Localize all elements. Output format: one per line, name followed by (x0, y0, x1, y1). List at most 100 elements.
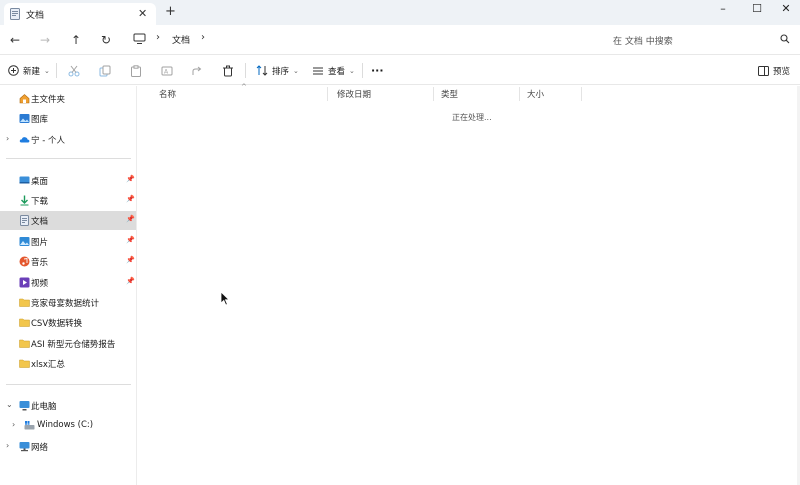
sidebar-item-downloads[interactable]: 下载 📌 (0, 191, 136, 210)
command-bar: 新建 ⌄ A 排序 ⌄ 查看 ⌄ ··· 预览 (0, 56, 800, 85)
pin-icon[interactable]: 📌 (126, 175, 135, 183)
sort-label: 排序 (272, 66, 290, 77)
pin-icon[interactable]: 📌 (126, 215, 135, 223)
sidebar-item-label: 文档 (31, 217, 49, 227)
column-divider[interactable] (581, 87, 582, 101)
pin-icon[interactable]: 📌 (126, 256, 135, 264)
sidebar-item-desktop[interactable]: 桌面 📌 (0, 171, 136, 190)
gallery-icon (19, 114, 30, 123)
svg-text:A: A (164, 68, 169, 75)
tab-documents[interactable]: 文档 ✕ (4, 3, 156, 25)
sidebar-item-this-pc[interactable]: ⌄ 此电脑 (0, 396, 136, 415)
chevron-right-icon[interactable]: › (6, 441, 9, 450)
breadcrumb-documents[interactable]: 文档 (172, 33, 190, 46)
chevron-down-icon[interactable]: ⌄ (6, 400, 13, 409)
preview-pane-icon (758, 65, 769, 76)
view-label: 查看 (328, 66, 346, 77)
minimize-button[interactable]: – (713, 2, 733, 16)
sidebar-item-label: 网络 (31, 443, 49, 453)
sidebar-item-folder[interactable]: xlsx汇总 (0, 354, 136, 373)
chevron-down-icon: ⌄ (349, 66, 355, 75)
pin-icon[interactable]: 📌 (126, 277, 135, 285)
sidebar-item-label: 图库 (31, 115, 49, 125)
chevron-right-icon[interactable]: › (12, 420, 15, 429)
breadcrumb-separator: › (156, 32, 160, 43)
search-input[interactable]: 在 文档 中搜索 (613, 34, 673, 47)
paste-button[interactable] (130, 61, 142, 80)
sidebar-item-label: xlsx汇总 (31, 360, 65, 370)
sidebar-item-network[interactable]: › 网络 (0, 437, 136, 456)
sort-button[interactable]: 排序 ⌄ (256, 61, 299, 80)
trash-icon (223, 65, 233, 76)
sidebar-item-folder[interactable]: ASI 新型元仓储势报告 (0, 334, 136, 353)
more-options-button[interactable]: ··· (371, 61, 384, 80)
sidebar-item-label: 音乐 (31, 258, 49, 268)
sidebar-item-label: 图片 (31, 238, 49, 248)
computer-icon (19, 401, 30, 411)
monitor-icon[interactable] (133, 33, 146, 45)
divider (245, 63, 246, 78)
sidebar-item-label: 桌面 (31, 177, 49, 187)
share-button[interactable] (191, 61, 203, 80)
music-icon (19, 256, 30, 267)
sidebar-item-label: 宁 - 个人 (31, 136, 65, 146)
sort-ascending-icon: ^ (241, 83, 247, 91)
rename-icon: A (161, 66, 173, 75)
download-icon (20, 195, 29, 206)
view-button[interactable]: 查看 ⌄ (312, 61, 355, 80)
divider (56, 63, 57, 78)
file-list[interactable]: ^ 名称 修改日期 类型 大小 正在处理... (137, 83, 800, 485)
video-icon (19, 277, 30, 288)
refresh-button[interactable]: ↻ (98, 32, 114, 48)
tab-title: 文档 (26, 11, 45, 21)
sidebar-item-videos[interactable]: 视频 📌 (0, 273, 136, 292)
column-divider[interactable] (519, 87, 520, 101)
column-header-size[interactable]: 大小 (527, 88, 544, 102)
network-icon (19, 442, 30, 452)
breadcrumb-chevron[interactable]: › (201, 32, 205, 43)
plus-circle-icon (8, 65, 19, 76)
column-header-name[interactable]: 名称 (159, 88, 176, 102)
search-icon[interactable] (780, 34, 790, 44)
sidebar-item-folder[interactable]: 竞家母宴数据统计 (0, 293, 136, 312)
new-button[interactable]: 新建 ⌄ (8, 61, 50, 80)
new-label: 新建 (23, 66, 41, 77)
up-button[interactable]: ↑ (68, 32, 84, 48)
clipboard-icon (131, 64, 141, 77)
preview-button[interactable]: 预览 (758, 61, 790, 80)
maximize-button[interactable]: ☐ (747, 2, 767, 16)
close-window-button[interactable]: ✕ (776, 2, 796, 16)
rename-button[interactable]: A (161, 61, 173, 80)
sidebar-item-label: ASI 新型元仓储势报告 (31, 340, 116, 350)
scissors-icon (68, 65, 80, 76)
sidebar-item-onedrive[interactable]: › 宁 - 个人 (0, 130, 136, 149)
column-divider[interactable] (327, 87, 328, 101)
preview-label: 预览 (773, 66, 791, 77)
column-header-date[interactable]: 修改日期 (337, 88, 371, 102)
sidebar-item-drive-c[interactable]: › Windows (C:) (0, 416, 136, 435)
pin-icon[interactable]: 📌 (126, 236, 135, 244)
new-tab-button[interactable]: + (165, 4, 176, 19)
sidebar-item-folder[interactable]: CSV数据转换 (0, 313, 136, 332)
sidebar-item-music[interactable]: 音乐 📌 (0, 252, 136, 271)
pin-icon[interactable]: 📌 (126, 195, 135, 203)
back-button[interactable]: ← (7, 32, 23, 48)
document-icon (10, 8, 20, 20)
sidebar-item-documents[interactable]: 文档 📌 (0, 211, 136, 230)
copy-button[interactable] (99, 61, 111, 80)
search-box[interactable]: 在 文档 中搜索 (604, 29, 796, 51)
forward-button[interactable]: → (37, 32, 53, 48)
sidebar-item-home[interactable]: 主文件夹 (0, 89, 136, 108)
sidebar-item-label: CSV数据转换 (31, 319, 83, 329)
chevron-right-icon[interactable]: › (6, 134, 9, 143)
delete-button[interactable] (222, 61, 234, 80)
pictures-icon (19, 237, 30, 246)
column-header-type[interactable]: 类型 (441, 88, 458, 102)
sidebar-item-label: 此电脑 (31, 402, 57, 412)
column-divider[interactable] (433, 87, 434, 101)
sidebar-item-pictures[interactable]: 图片 📌 (0, 232, 136, 251)
close-tab-icon[interactable]: ✕ (138, 7, 147, 20)
sidebar-item-gallery[interactable]: 图库 (0, 109, 136, 128)
home-icon (19, 94, 30, 104)
cut-button[interactable] (68, 61, 80, 80)
